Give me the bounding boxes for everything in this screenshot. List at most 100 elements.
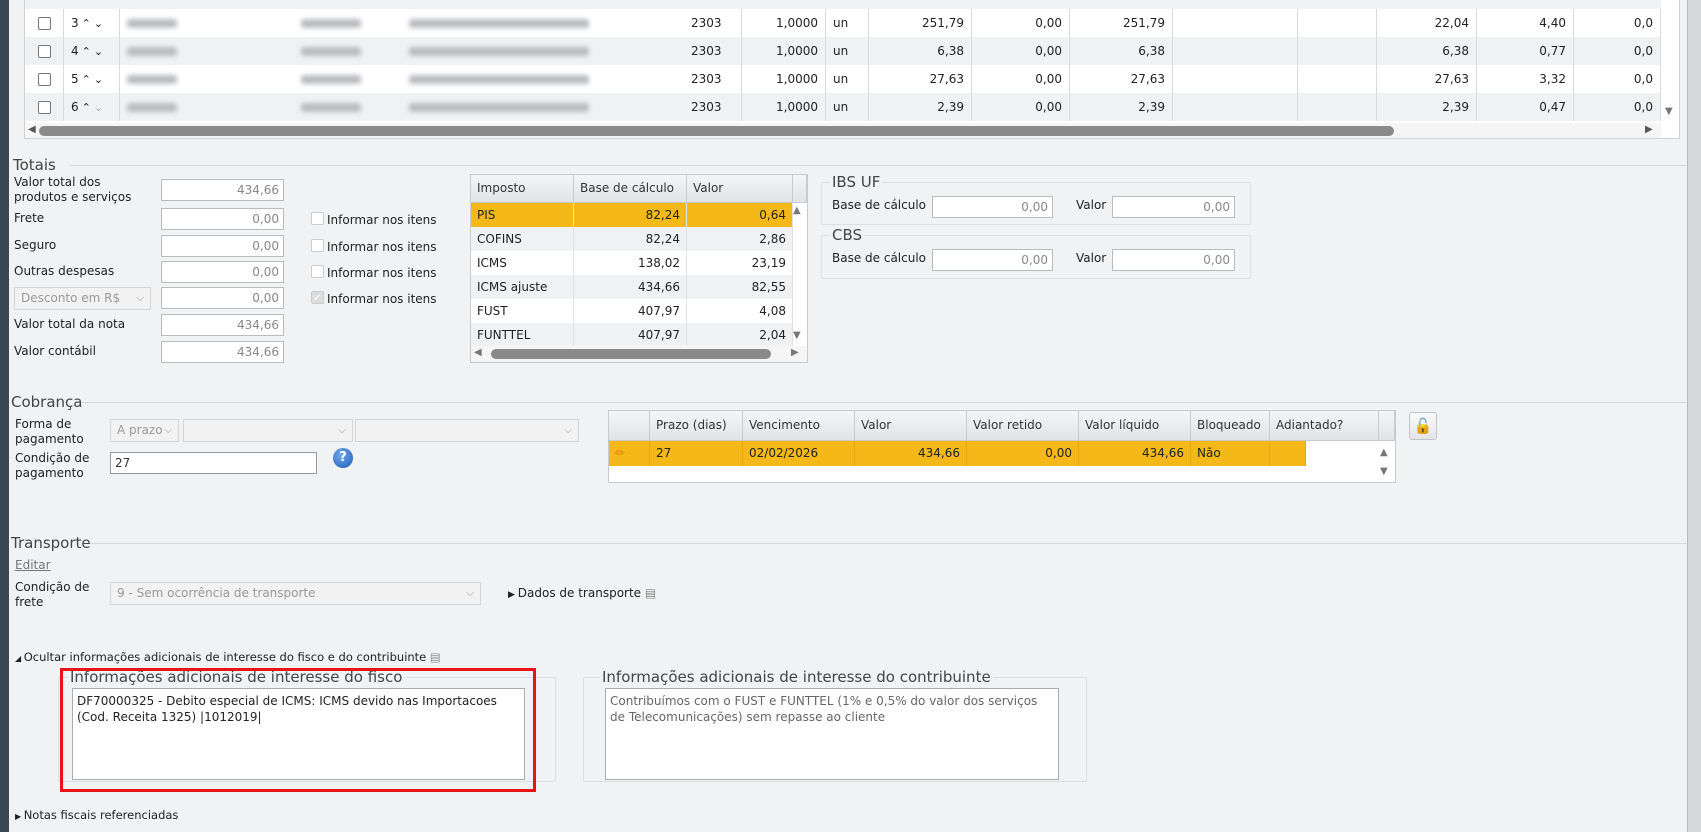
divider — [90, 543, 1687, 544]
cell-value: 2,39 — [937, 100, 964, 114]
ibs-valor-label: Valor — [1076, 198, 1107, 212]
scroll-up-icon[interactable]: ▲ — [1380, 447, 1388, 458]
tax-header-0[interactable]: Imposto — [471, 175, 574, 203]
total-value-input[interactable]: 0,00 — [161, 287, 284, 309]
desconto-select[interactable]: Desconto em R$ ⌵ — [14, 287, 151, 310]
installment-header-3[interactable]: Valor — [855, 411, 967, 441]
move-up-icon[interactable]: ⌃ — [82, 45, 91, 58]
tax-table-hscroll[interactable]: ◀ ▶ — [471, 346, 807, 362]
move-up-icon[interactable]: ⌃ — [82, 17, 91, 30]
scroll-up-icon[interactable]: ▲ — [793, 205, 801, 216]
grid-cell: 5 ⌃ ⌄ — [64, 65, 120, 93]
cbs-valor-input[interactable]: 0,00 — [1112, 249, 1235, 271]
grid-cell: 3 ⌃ ⌄ — [64, 9, 120, 37]
ibs-base-input[interactable]: 0,00 — [932, 196, 1053, 218]
tax-row[interactable]: PIS 82,24 0,64 — [471, 203, 793, 227]
cell-value: 3,32 — [1539, 72, 1566, 86]
editar-link[interactable]: Editar — [15, 558, 51, 573]
move-up-icon[interactable]: ⌃ — [82, 73, 91, 86]
grid-cell: 251,79 — [869, 9, 972, 37]
scroll-left-icon[interactable]: ◀ — [28, 124, 36, 135]
tax-header-1[interactable]: Base de cálculo — [574, 175, 687, 203]
condicao-pagamento-label: Condição de pagamento — [15, 451, 90, 480]
installment-header-7[interactable]: Adiantado? — [1270, 411, 1379, 441]
tax-cell: 82,55 — [687, 275, 793, 299]
installment-row[interactable]: ✏ 27 02/02/2026 434,66 0,00 434,66 Não — [609, 441, 1306, 466]
scroll-down-icon[interactable]: ▼ — [1665, 106, 1673, 117]
scroll-left-icon[interactable]: ◀ — [474, 347, 482, 358]
payment-select-3[interactable]: ⌵ — [355, 419, 579, 442]
move-down-icon[interactable]: ⌄ — [94, 73, 103, 86]
informar-checkbox[interactable] — [311, 239, 324, 252]
move-down-icon[interactable]: ⌄ — [94, 101, 103, 114]
row-checkbox[interactable] — [37, 101, 51, 114]
tax-row[interactable]: FUNTTEL 407,97 2,04 — [471, 323, 793, 347]
tax-header-2[interactable]: Valor — [687, 175, 793, 203]
blurred-value — [301, 19, 361, 28]
items-grid-hscroll[interactable]: ◀ ▶ — [25, 123, 1661, 138]
unlock-button[interactable]: 🔓 — [1409, 412, 1437, 440]
cbs-base-input[interactable]: 0,00 — [932, 249, 1053, 271]
dados-transporte-link[interactable]: ▶ Dados de transporte ▤ — [508, 586, 656, 603]
move-down-icon[interactable]: ⌄ — [94, 45, 103, 58]
installment-header-2[interactable]: Vencimento — [743, 411, 855, 441]
ibs-uf-legend: IBS UF — [830, 173, 883, 191]
total-value-input[interactable]: 434,66 — [161, 314, 284, 336]
notas-referenciadas-toggle[interactable]: ▶ Notas fiscais referenciadas — [15, 808, 178, 822]
ibs-valor-input[interactable]: 0,00 — [1112, 196, 1235, 218]
blurred-value — [127, 103, 177, 112]
ocultar-info-toggle[interactable]: ◢ Ocultar informações adicionais de inte… — [15, 650, 441, 664]
informar-label: Informar nos itens — [327, 213, 437, 227]
caret-down-icon: ◢ — [15, 654, 24, 663]
condicao-frete-select[interactable]: 9 - Sem ocorrência de transporte ⌵ — [110, 582, 481, 605]
tax-row[interactable]: COFINS 82,24 2,86 — [471, 227, 793, 251]
grid-cell: 0,00 — [972, 9, 1070, 37]
tax-row[interactable]: FUST 407,97 4,08 — [471, 299, 793, 323]
tax-row[interactable]: ICMS 138,02 23,19 — [471, 251, 793, 275]
scroll-right-icon[interactable]: ▶ — [791, 347, 799, 358]
row-checkbox[interactable] — [37, 17, 51, 30]
scroll-thumb[interactable] — [39, 126, 1394, 136]
informar-checkbox[interactable]: ✓ — [311, 291, 324, 304]
condicao-pagamento-input[interactable]: 27 — [110, 452, 317, 474]
informar-checkbox[interactable] — [311, 265, 324, 278]
grid-cell: 0,47 — [1477, 93, 1574, 121]
installment-header-0[interactable] — [609, 411, 650, 441]
installment-header-6[interactable]: Bloqueado — [1191, 411, 1270, 441]
contribuinte-textarea[interactable]: Contribuímos com o FUST e FUNTTEL (1% e … — [605, 688, 1059, 780]
tax-row[interactable]: ICMS ajuste 434,66 82,55 — [471, 275, 793, 299]
installment-header-4[interactable]: Valor retido — [967, 411, 1079, 441]
informar-checkbox[interactable] — [311, 212, 324, 225]
grid-cell: 22,04 — [1377, 9, 1477, 37]
edit-pencil-icon[interactable]: ✏ — [609, 441, 650, 466]
total-value-input[interactable]: 434,66 — [161, 179, 284, 201]
grid-cell — [120, 93, 294, 121]
tax-cell: 23,19 — [687, 251, 793, 275]
installment-header-1[interactable]: Prazo (dias) — [650, 411, 743, 441]
scroll-down-icon[interactable]: ▼ — [1380, 466, 1388, 477]
grid-cell: 2303 — [684, 9, 742, 37]
scroll-down-icon[interactable]: ▼ — [793, 330, 801, 341]
forma-pagamento-select[interactable]: A prazo ⌵ — [110, 419, 179, 442]
document-icon: ▤ — [429, 650, 441, 664]
grid-cell: 2303 — [684, 65, 742, 93]
total-value-input[interactable]: 0,00 — [161, 261, 284, 283]
installment-header-5[interactable]: Valor líquido — [1079, 411, 1191, 441]
help-icon[interactable]: ? — [333, 448, 353, 468]
cell-value: 2,39 — [1138, 100, 1165, 114]
total-value-input[interactable]: 0,00 — [161, 208, 284, 230]
row-checkbox[interactable] — [37, 45, 51, 58]
payment-select-2[interactable]: ⌵ — [183, 419, 353, 442]
move-up-icon[interactable]: ⌃ — [82, 101, 91, 114]
grid-cell: 0,00 — [972, 65, 1070, 93]
row-checkbox[interactable] — [37, 73, 51, 86]
total-value-input[interactable]: 0,00 — [161, 235, 284, 257]
scroll-right-icon[interactable]: ▶ — [1645, 124, 1653, 135]
total-label: Valor total da nota — [14, 317, 126, 331]
total-value-input[interactable]: 434,66 — [161, 341, 284, 363]
scroll-thumb[interactable] — [491, 349, 771, 359]
cell-value: 27,63 — [1434, 72, 1469, 86]
move-down-icon[interactable]: ⌄ — [94, 17, 103, 30]
page-scrollbar[interactable] — [1687, 0, 1701, 832]
grid-cell: 1,0000 — [742, 37, 826, 65]
